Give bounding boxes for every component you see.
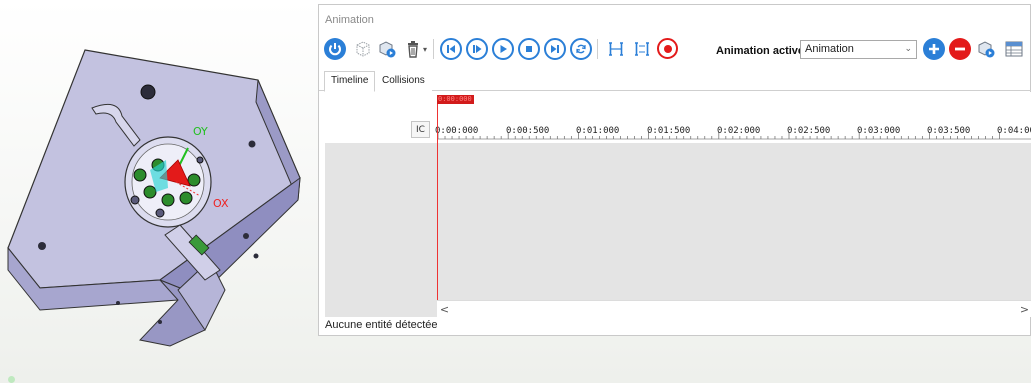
time-cursor-line[interactable] — [437, 95, 438, 317]
tick-label: 0:01:500 — [647, 126, 691, 136]
timeline-scrollbar[interactable]: < > — [437, 300, 1031, 317]
animation-active-label: Animation active — [716, 45, 805, 57]
tick-label: 0:02:000 — [717, 126, 761, 136]
tick-label: 0:00:000 — [435, 126, 479, 136]
skip-end-icon[interactable] — [544, 38, 566, 60]
3d-viewport[interactable]: OY OX — [0, 0, 318, 383]
tick-label: 0:03:500 — [927, 126, 971, 136]
tick-label: 0:01:000 — [576, 126, 620, 136]
part-model[interactable] — [0, 0, 318, 383]
timeline-area[interactable]: IC 0:00:000 0:00:500 0:01:000 0:01:500 0… — [325, 92, 1031, 317]
ic-button[interactable]: IC — [411, 121, 430, 138]
skip-start-icon[interactable] — [440, 38, 462, 60]
tick-label: 0:00:500 — [506, 126, 550, 136]
trash-dropdown-icon[interactable]: ▾ — [423, 45, 427, 54]
step-play-icon[interactable] — [466, 38, 488, 60]
viewport-indicator — [8, 376, 15, 383]
tick-label: 0:03:000 — [857, 126, 901, 136]
remove-icon[interactable] — [949, 38, 971, 60]
axis-x-label: OX — [213, 197, 229, 210]
status-text: Aucune entité détectée — [325, 319, 438, 331]
scroll-right-button[interactable]: > — [1017, 301, 1031, 317]
time-cursor-flag[interactable]: 0:00:000 — [437, 95, 474, 104]
box-wireframe-icon[interactable] — [352, 38, 374, 60]
animation-toolbar: ▾ Animation active Animation ⌄ — [319, 35, 1031, 65]
chevron-down-icon: ⌄ — [904, 43, 912, 53]
loop-icon[interactable] — [570, 38, 592, 60]
axis-y-label: OY — [193, 125, 208, 138]
panel-title: Animation — [325, 14, 374, 26]
fit-range-icon[interactable] — [605, 38, 627, 60]
animation-select-value: Animation — [805, 43, 854, 55]
power-icon[interactable] — [324, 38, 346, 60]
box-play-icon[interactable] — [376, 38, 398, 60]
animation-panel: Animation ▾ Animation active Animation ⌄… — [318, 4, 1031, 336]
tab-timeline[interactable]: Timeline — [324, 71, 376, 92]
trash-icon[interactable] — [402, 38, 424, 60]
tab-collisions[interactable]: Collisions — [375, 71, 432, 92]
box-settings-icon[interactable] — [975, 38, 997, 60]
toolbar-separator — [433, 39, 434, 59]
fit-all-icon[interactable] — [631, 38, 653, 60]
stop-icon[interactable] — [518, 38, 540, 60]
play-icon[interactable] — [492, 38, 514, 60]
add-icon[interactable] — [923, 38, 945, 60]
animation-select[interactable]: Animation ⌄ — [800, 40, 917, 59]
table-settings-icon[interactable] — [1003, 38, 1025, 60]
panel-tabs: Timeline Collisions — [319, 69, 1031, 92]
timeline-header: IC 0:00:000 0:00:500 0:01:000 0:01:500 0… — [325, 92, 1031, 143]
tick-label: 0:02:500 — [787, 126, 831, 136]
scroll-left-button[interactable]: < — [437, 301, 452, 317]
tick-label: 0:04:000 — [997, 126, 1031, 136]
record-icon[interactable] — [657, 38, 678, 59]
toolbar-separator — [597, 39, 598, 59]
